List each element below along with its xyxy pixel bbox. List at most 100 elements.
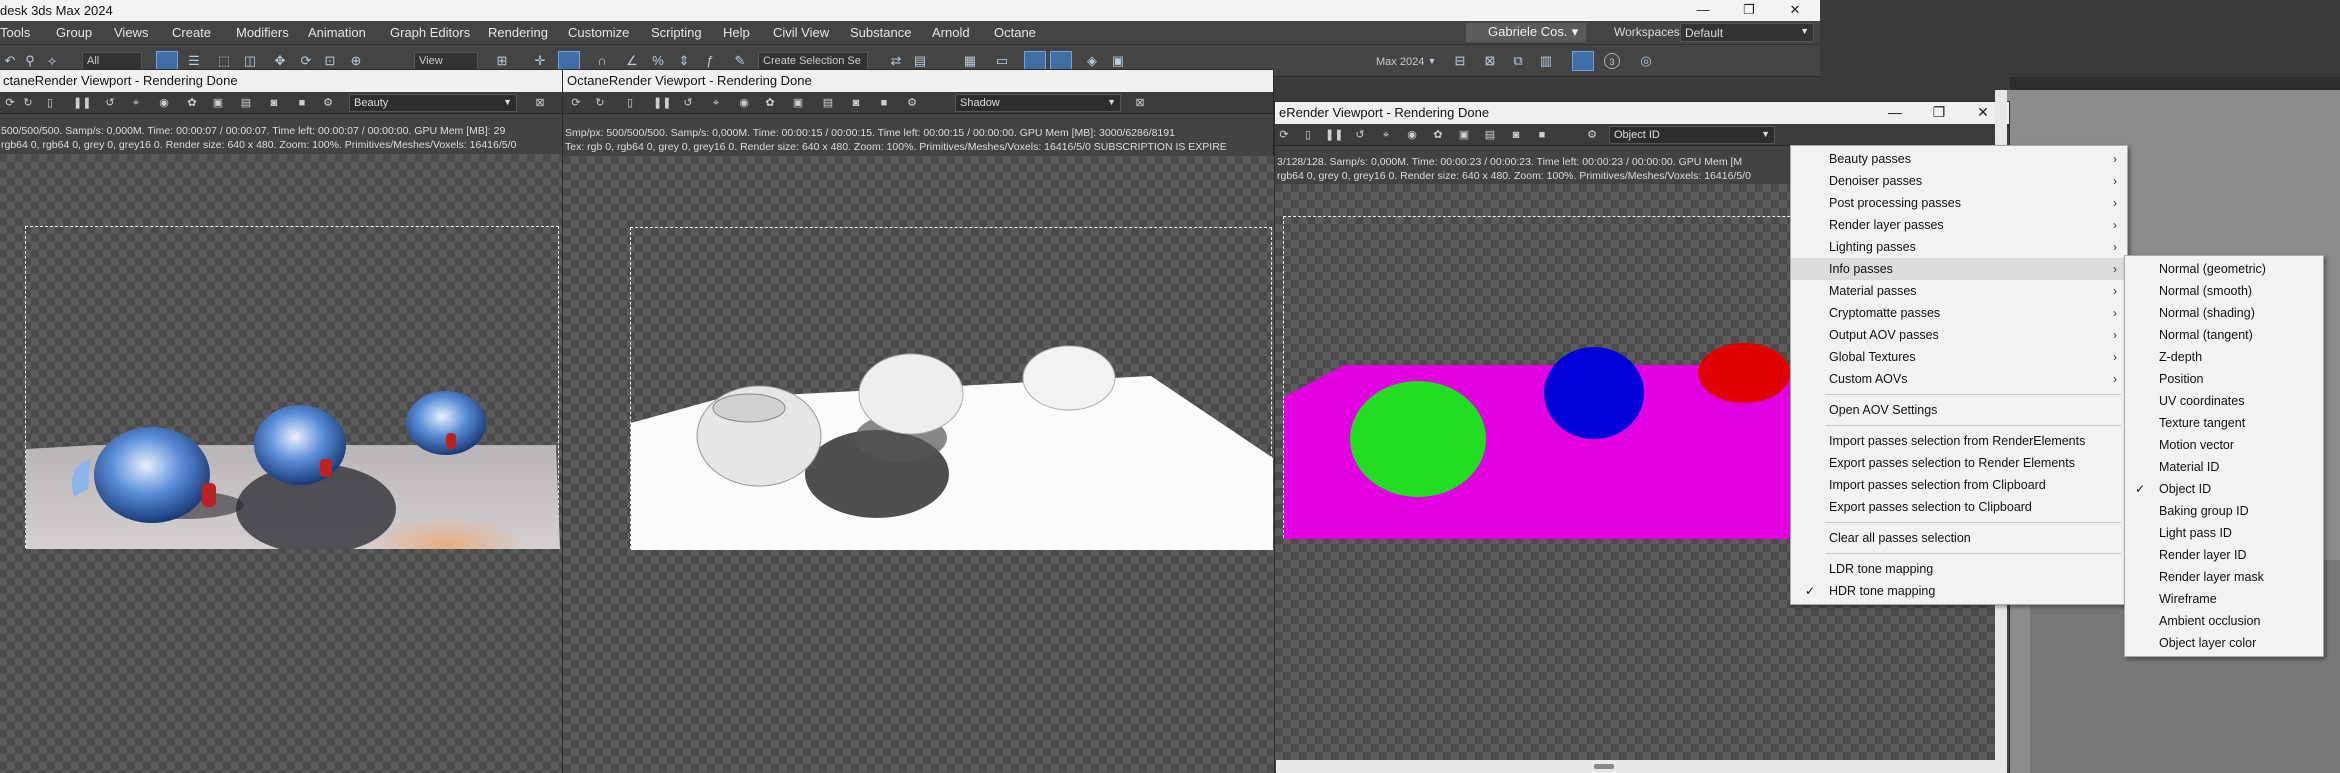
menu-item-export-to-clipboard[interactable]: Export passes selection to Clipboard [1791, 496, 2127, 518]
menu-item-clear-passes[interactable]: Clear all passes selection [1791, 527, 2127, 549]
region-render-icon[interactable]: ▣ [1457, 128, 1471, 142]
menu-arnold[interactable]: Arnold [932, 25, 970, 40]
clay-mode-icon[interactable]: ◙ [1509, 128, 1523, 142]
menu-item-position[interactable]: Position [2125, 368, 2323, 390]
minimize-button[interactable]: — [1686, 0, 1720, 21]
schematic-view-button[interactable] [1050, 51, 1072, 71]
keyboard-shortcut-button[interactable] [558, 51, 580, 71]
menu-octane[interactable]: Octane [994, 25, 1036, 40]
menu-item-render-layer-passes[interactable]: Render layer passes › [1791, 214, 2127, 236]
menu-item-cryptomatte-passes[interactable]: Cryptomatte passes › [1791, 302, 2127, 324]
menu-item-motion-vector[interactable]: Motion vector [2125, 434, 2323, 456]
toggle-ribbon-icon[interactable]: ▭ [994, 53, 1010, 69]
film-region-icon[interactable]: ▤ [821, 96, 835, 110]
angle-snap-icon[interactable]: ∠ [624, 53, 640, 69]
align-icon[interactable]: ▤ [912, 53, 928, 69]
menu-item-normal-geometric[interactable]: Normal (geometric) [2125, 258, 2323, 280]
network-render-icon[interactable]: ◎ [1638, 53, 1654, 69]
menu-item-hdr-tone-mapping[interactable]: ✓ HDR tone mapping [1791, 580, 2127, 602]
color-picker-icon[interactable]: ◉ [1405, 128, 1419, 142]
curve-editor-button[interactable] [1024, 51, 1046, 71]
render-production-icon[interactable]: ⊠ [1482, 53, 1498, 69]
film-region-icon[interactable]: ▤ [239, 96, 253, 110]
pause-icon[interactable]: ❚❚ [653, 96, 671, 110]
render-setup-icon[interactable]: ▣ [1110, 53, 1126, 69]
focus-picker-icon[interactable]: ⌖ [129, 96, 143, 110]
focus-picker-icon[interactable]: ⌖ [709, 96, 723, 110]
menu-item-post-processing-passes[interactable]: Post processing passes › [1791, 192, 2127, 214]
pause-icon[interactable]: ❚❚ [1325, 128, 1343, 142]
render-pass-select[interactable]: Shadow ▼ [955, 94, 1121, 112]
menu-item-material-passes[interactable]: Material passes › [1791, 280, 2127, 302]
menu-substance[interactable]: Substance [850, 25, 911, 40]
snap-icon[interactable]: ∩ [594, 53, 610, 69]
minimize-button[interactable]: — [1873, 102, 1917, 124]
menu-item-lighting-passes[interactable]: Lighting passes › [1791, 236, 2127, 258]
reset-icon[interactable]: ↺ [103, 96, 117, 110]
region-render-icon[interactable]: ▣ [791, 96, 805, 110]
material-editor-icon[interactable]: ◈ [1084, 53, 1100, 69]
clay-mode-icon[interactable]: ◙ [849, 96, 863, 110]
menu-item-output-aov-passes[interactable]: Output AOV passes › [1791, 324, 2127, 346]
menu-item-normal-tangent[interactable]: Normal (tangent) [2125, 324, 2323, 346]
edit-named-sets-icon[interactable]: ƒ [702, 53, 718, 69]
menu-item-export-to-render-elements[interactable]: Export passes selection to Render Elemen… [1791, 452, 2127, 474]
restart-icon[interactable]: ↻ [21, 96, 35, 110]
window-crossing-icon[interactable]: ◫ [242, 53, 258, 69]
pause-icon[interactable]: ❚❚ [73, 96, 91, 110]
clay-mode-icon[interactable]: ◙ [267, 96, 281, 110]
export-icon[interactable]: ⊠ [1133, 96, 1147, 110]
menu-scripting[interactable]: Scripting [651, 25, 702, 40]
menu-item-info-passes[interactable]: Info passes › [1791, 258, 2127, 280]
user-account-dropdown[interactable]: Gabriele Cos... ▾ [1466, 23, 1586, 42]
select-by-name-icon[interactable]: ☰ [186, 53, 202, 69]
workspace-select[interactable]: Default ▼ [1680, 23, 1814, 42]
menu-item-open-aov-settings[interactable]: Open AOV Settings [1791, 399, 2127, 421]
mirror-icon[interactable]: ⇄ [888, 53, 904, 69]
percent-snap-icon[interactable]: % [650, 53, 666, 69]
chevron-down-icon[interactable]: ▼ [1424, 53, 1440, 69]
region-render-icon[interactable]: ▣ [211, 96, 225, 110]
settings-gear-icon[interactable]: ⚙ [1585, 128, 1599, 142]
reset-icon[interactable]: ↺ [681, 96, 695, 110]
color-picker-icon[interactable]: ◉ [737, 96, 751, 110]
spinner-snap-icon[interactable]: ⇕ [676, 53, 692, 69]
select-manipulate-icon[interactable]: ✛ [532, 53, 548, 69]
region-select-icon[interactable]: ⬚ [216, 53, 232, 69]
menu-item-texture-tangent[interactable]: Texture tangent [2125, 412, 2323, 434]
film-region-icon[interactable]: ▤ [1483, 128, 1497, 142]
reference-coord-dropdown[interactable]: View [414, 52, 478, 70]
menu-item-import-from-clipboard[interactable]: Import passes selection from Clipboard [1791, 474, 2127, 496]
edit-selection-icon[interactable]: ✎ [732, 53, 748, 69]
refresh-icon[interactable]: ⟳ [3, 96, 17, 110]
frame-counter[interactable]: 3 [1604, 53, 1620, 69]
menu-item-beauty-passes[interactable]: Beauty passes › [1791, 148, 2127, 170]
menu-item-ldr-tone-mapping[interactable]: LDR tone mapping [1791, 558, 2127, 580]
reset-icon[interactable]: ↺ [1353, 128, 1367, 142]
menu-item-import-from-render-elements[interactable]: Import passes selection from RenderEleme… [1791, 430, 2127, 452]
active-shade-icon[interactable]: ▥ [1538, 53, 1554, 69]
menu-item-object-layer-color[interactable]: Object layer color [2125, 632, 2323, 654]
focus-picker-icon[interactable]: ⌖ [1379, 128, 1393, 142]
layer-explorer-icon[interactable]: ▦ [962, 53, 978, 69]
menu-item-normal-smooth[interactable]: Normal (smooth) [2125, 280, 2323, 302]
menu-item-light-pass-id[interactable]: Light pass ID [2125, 522, 2323, 544]
menu-item-material-id[interactable]: Material ID [2125, 456, 2323, 478]
select-object-button[interactable] [156, 51, 178, 71]
menu-item-z-depth[interactable]: Z-depth [2125, 346, 2323, 368]
menu-rendering[interactable]: Rendering [488, 25, 548, 40]
link-icon[interactable]: ⚲ [22, 53, 38, 69]
restore-button[interactable]: ❐ [1917, 102, 1961, 124]
render-frame-icon[interactable]: ⊟ [1452, 53, 1468, 69]
scroll-thumb[interactable] [1594, 764, 1614, 769]
material-picker-icon[interactable]: ✿ [1431, 128, 1445, 142]
menu-civil-view[interactable]: Civil View [773, 25, 829, 40]
channel-icon[interactable]: ■ [877, 96, 891, 110]
menu-item-ambient-occlusion[interactable]: Ambient occlusion [2125, 610, 2323, 632]
export-icon[interactable]: ⊠ [533, 96, 547, 110]
menu-item-custom-aovs[interactable]: Custom AOVs › [1791, 368, 2127, 390]
channel-icon[interactable]: ■ [1535, 128, 1549, 142]
menu-tools[interactable]: Tools [0, 25, 30, 40]
menu-item-normal-shading[interactable]: Normal (shading) [2125, 302, 2323, 324]
place-icon[interactable]: ⊕ [348, 53, 364, 69]
